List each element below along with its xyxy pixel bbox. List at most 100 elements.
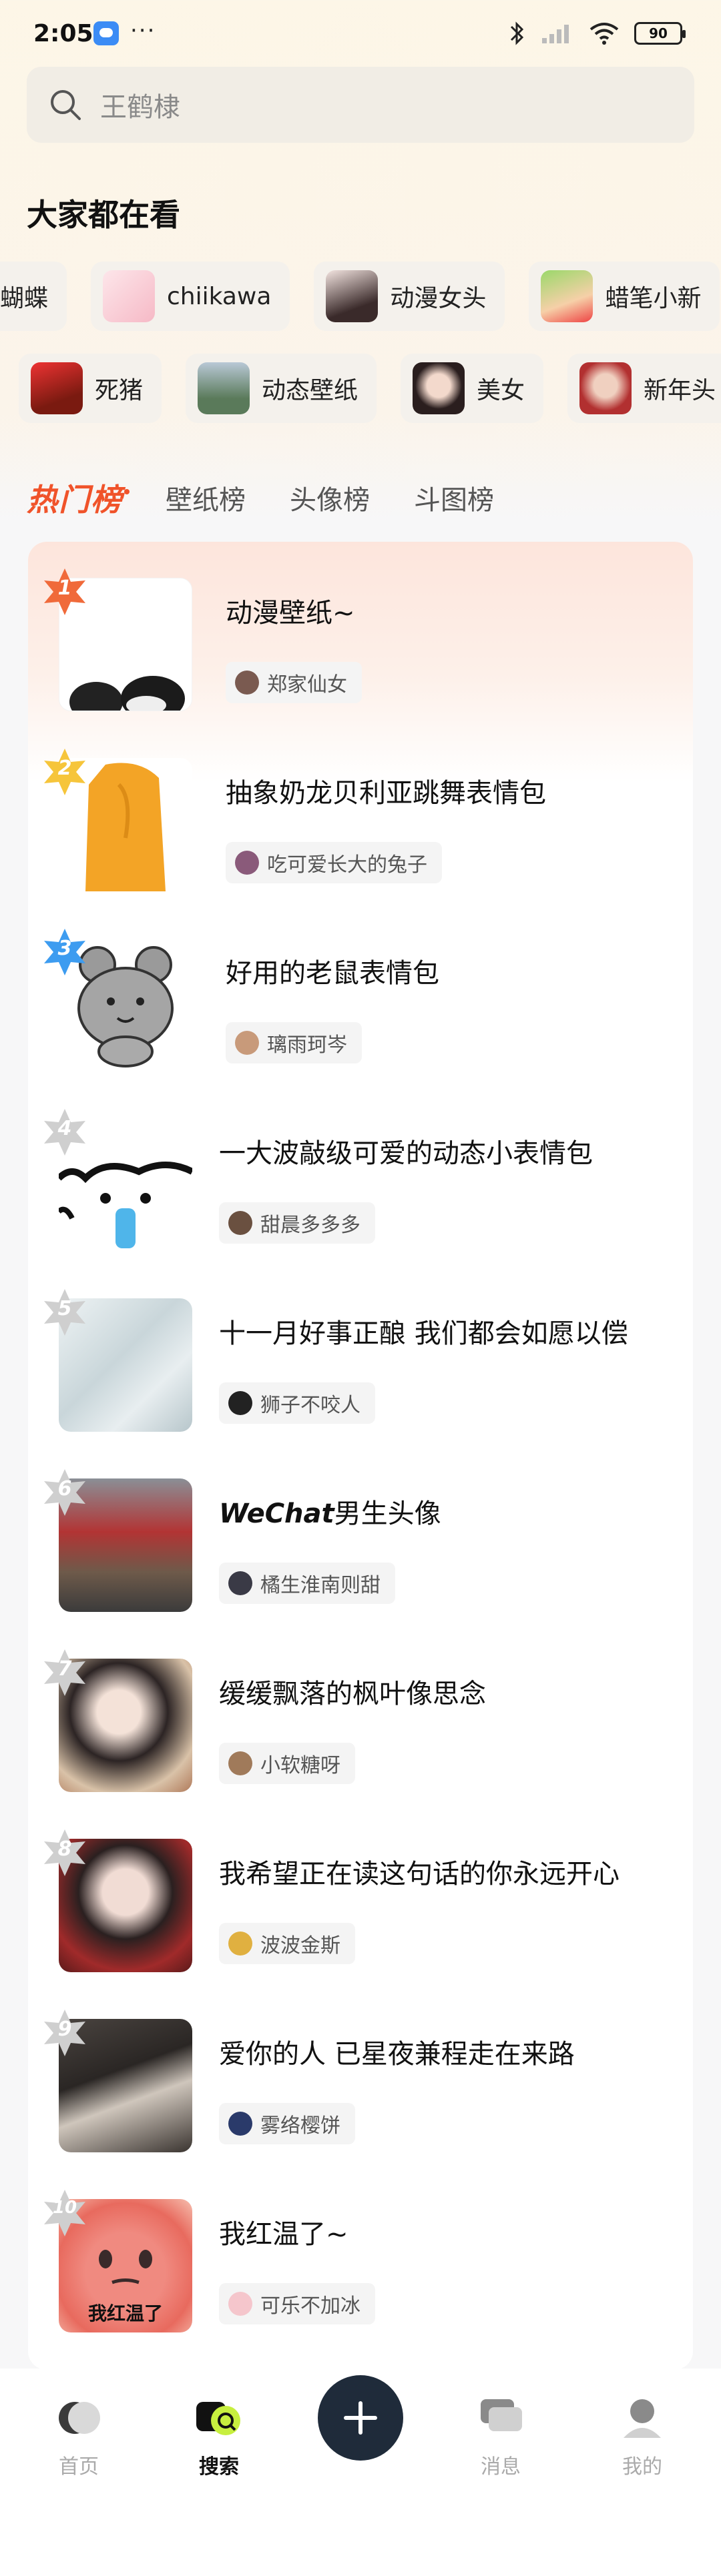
- nav-mine[interactable]: 我的: [595, 2394, 689, 2479]
- list-item[interactable]: 6 WeChat男生头像 橘生淮南则甜: [28, 1469, 693, 1639]
- author-name: 吃可爱长大的兔子: [267, 853, 427, 877]
- rank-number: 6: [57, 1477, 72, 1500]
- item-title: 动漫壁纸~: [226, 598, 355, 628]
- item-title: WeChat男生头像: [219, 1492, 441, 1531]
- wifi-icon: [589, 23, 619, 45]
- chip-label: 蝴蝶: [0, 285, 49, 312]
- message-icon: [474, 2394, 527, 2441]
- chip-label: 死猪: [95, 377, 144, 404]
- item-title: 十一月好事正酿 我们都会如愿以偿: [219, 1318, 628, 1349]
- search-input[interactable]: 王鹤棣: [27, 67, 694, 143]
- author-name: 雾络樱饼: [260, 2114, 340, 2138]
- nav-mine-label: 我的: [622, 2455, 662, 2479]
- author-avatar: [228, 1391, 252, 1415]
- ranking-tabs: 热门榜 壁纸榜 头像榜 斗图榜: [27, 471, 538, 524]
- rank-badge: 8: [40, 1828, 89, 1877]
- nav-messages[interactable]: 消息: [454, 2394, 547, 2479]
- status-bar: 2:05 ··· 90: [0, 0, 721, 73]
- home-icon: [52, 2394, 105, 2441]
- list-item[interactable]: 4 一大波敲级可爱的动态小表情包 甜晨多多多: [28, 1109, 693, 1278]
- chip-thumbnail: [31, 362, 83, 414]
- author-tag[interactable]: 璃雨珂岑: [226, 1022, 362, 1063]
- rank-number: 4: [57, 1117, 72, 1140]
- tab-avatar[interactable]: 头像榜: [290, 478, 370, 517]
- author-tag[interactable]: 小软糖呀: [219, 1743, 355, 1784]
- chip-thumbnail: [541, 270, 593, 322]
- item-title: 一大波敲级可爱的动态小表情包: [219, 1138, 593, 1169]
- chip-new-year-avatar[interactable]: 新年头: [567, 354, 721, 423]
- rank-badge: 4: [40, 1108, 89, 1157]
- nav-home-label: 首页: [59, 2455, 99, 2479]
- author-name: 可乐不加冰: [260, 2294, 360, 2318]
- chip-live-wallpaper[interactable]: 动态壁纸: [186, 354, 377, 423]
- chip-butterfly[interactable]: 蝴蝶: [0, 262, 67, 331]
- item-title: 我希望正在读这句话的你永远开心: [219, 1859, 620, 1889]
- rank-number: 9: [57, 2018, 72, 2041]
- author-avatar: [228, 2112, 252, 2136]
- author-tag[interactable]: 吃可爱长大的兔子: [226, 842, 442, 883]
- chip-chiikawa[interactable]: chiikawa: [91, 262, 290, 331]
- chip-beauty[interactable]: 美女: [401, 354, 544, 423]
- rank-badge: 10: [40, 2188, 89, 2238]
- author-avatar: [228, 1931, 252, 1956]
- author-avatar: [228, 2292, 252, 2316]
- chip-thumbnail: [579, 362, 632, 414]
- tab-hot-list[interactable]: 热门榜: [27, 476, 130, 520]
- author-name: 甜晨多多多: [260, 1214, 360, 1237]
- chip-thumbnail: [198, 362, 250, 414]
- list-item[interactable]: 我红温了 10 我红温了~ 可乐不加冰: [28, 2190, 693, 2359]
- list-item[interactable]: 3 好用的老鼠表情包 璃雨珂岑: [28, 929, 693, 1098]
- plus-icon: [344, 2401, 377, 2435]
- tab-wallpaper[interactable]: 壁纸榜: [166, 478, 246, 517]
- list-item[interactable]: 2 抽象奶龙贝利亚跳舞表情包 吃可爱长大的兔子: [28, 749, 693, 918]
- chip-dead-pig[interactable]: 死猪: [19, 354, 162, 423]
- list-item[interactable]: 8 我希望正在读这句话的你永远开心 波波金斯: [28, 1829, 693, 1999]
- rank-badge: 3: [40, 927, 89, 977]
- bluetooth-icon: [510, 21, 524, 45]
- chip-thumbnail: [413, 362, 465, 414]
- chip-anime-girl-avatar[interactable]: 动漫女头: [314, 262, 505, 331]
- rank-number: 7: [57, 1657, 72, 1681]
- author-tag[interactable]: 波波金斯: [219, 1923, 355, 1964]
- author-tag[interactable]: 狮子不咬人: [219, 1382, 375, 1424]
- nav-search[interactable]: 搜索: [172, 2394, 266, 2479]
- app-notification-icon: [93, 21, 119, 45]
- rank-number: 3: [57, 937, 72, 960]
- list-item[interactable]: 1 动漫壁纸~ 郑家仙女: [28, 568, 693, 738]
- chip-label: 动漫女头: [390, 285, 487, 312]
- rank-number: 8: [57, 1837, 72, 1861]
- create-button[interactable]: [318, 2375, 403, 2461]
- rank-number: 5: [57, 1297, 72, 1320]
- author-tag[interactable]: 橘生淮南则甜: [219, 1563, 395, 1604]
- tab-meme[interactable]: 斗图榜: [414, 478, 494, 517]
- ranking-list: 1 动漫壁纸~ 郑家仙女 2 抽象奶龙贝利亚跳舞表情包 吃可爱长大的兔子 3 好…: [28, 542, 693, 2370]
- rank-badge: 6: [40, 1468, 89, 1517]
- search-icon: [51, 90, 81, 120]
- author-name: 橘生淮南则甜: [260, 1574, 381, 1597]
- list-item[interactable]: 7 缓缓飘落的枫叶像思念 小软糖呀: [28, 1649, 693, 1819]
- rank-number: 10: [52, 2198, 77, 2218]
- item-title-prefix: WeChat: [219, 1498, 334, 1529]
- search-nav-icon: [192, 2394, 246, 2441]
- status-time: 2:05: [33, 20, 93, 47]
- nav-home[interactable]: 首页: [32, 2394, 126, 2479]
- chip-crayon-shinchan[interactable]: 蜡笔小新: [529, 262, 720, 331]
- author-tag[interactable]: 甜晨多多多: [219, 1202, 375, 1244]
- author-tag[interactable]: 雾络樱饼: [219, 2103, 355, 2144]
- chip-thumbnail: [326, 270, 379, 322]
- list-item[interactable]: 5 十一月好事正酿 我们都会如愿以偿 狮子不咬人: [28, 1289, 693, 1458]
- author-name: 璃雨珂岑: [267, 1033, 347, 1057]
- item-title: 爱你的人 已星夜兼程走在来路: [219, 2039, 575, 2070]
- rank-number: 1: [57, 576, 72, 600]
- author-avatar: [235, 1031, 259, 1055]
- author-tag[interactable]: 郑家仙女: [226, 662, 362, 703]
- chip-label: 美女: [477, 377, 525, 404]
- chip-label: 蜡笔小新: [605, 285, 702, 312]
- author-name: 波波金斯: [260, 1934, 340, 1958]
- battery-icon: 90: [634, 22, 686, 45]
- author-avatar: [235, 671, 259, 695]
- item-title: 缓缓飘落的枫叶像思念: [219, 1679, 486, 1709]
- author-tag[interactable]: 可乐不加冰: [219, 2283, 375, 2324]
- profile-icon: [616, 2394, 669, 2441]
- list-item[interactable]: 9 爱你的人 已星夜兼程走在来路 雾络樱饼: [28, 2010, 693, 2179]
